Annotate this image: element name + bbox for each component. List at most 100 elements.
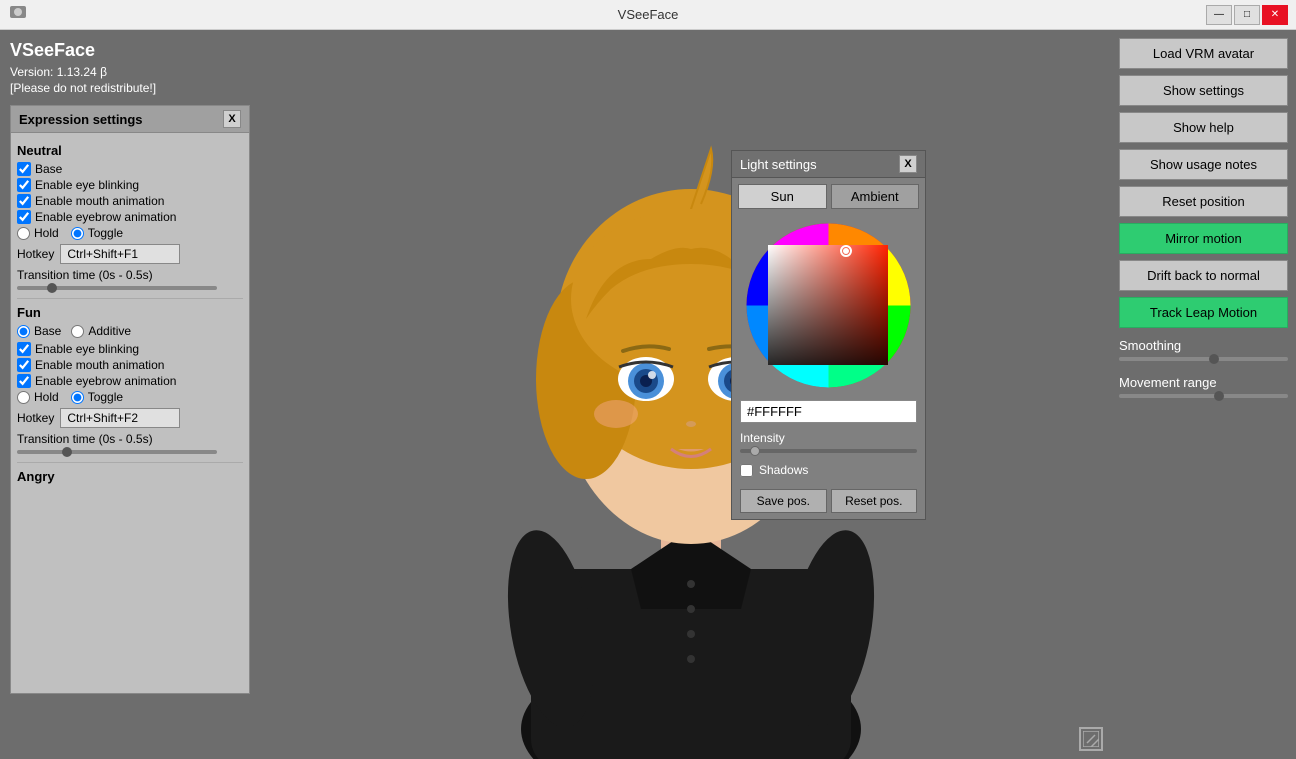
neutral-transition-slider-container: [17, 286, 243, 290]
movement-range-label: Movement range: [1119, 375, 1288, 390]
main-area: VSeeFace Version: 1.13.24 β [Please do n…: [0, 30, 1296, 759]
fun-hotkey-label: Hotkey: [17, 411, 54, 425]
fun-mouth-row: Enable mouth animation: [17, 358, 243, 372]
fun-additive-item: Additive: [71, 324, 131, 338]
show-settings-button[interactable]: Show settings: [1119, 75, 1288, 106]
neutral-toggle-item: Toggle: [71, 226, 123, 240]
light-tab-sun[interactable]: Sun: [738, 184, 827, 209]
smoothing-track: [1119, 357, 1288, 361]
app-warning: [Please do not redistribute!]: [10, 81, 260, 95]
app-title: VSeeFace: [10, 40, 260, 61]
fun-hotkey-input[interactable]: [60, 408, 180, 428]
fun-transition-label: Transition time (0s - 0.5s): [17, 432, 243, 446]
fun-toggle-label: Toggle: [88, 390, 123, 404]
drift-back-button[interactable]: Drift back to normal: [1119, 260, 1288, 291]
fun-eye-blink-checkbox[interactable]: [17, 342, 31, 356]
fun-additive-label: Additive: [88, 324, 131, 338]
fun-additive-radio[interactable]: [71, 325, 84, 338]
mirror-motion-button[interactable]: Mirror motion: [1119, 223, 1288, 254]
save-pos-button[interactable]: Save pos.: [740, 489, 827, 513]
neutral-transition-thumb[interactable]: [47, 283, 57, 293]
neutral-eye-blink-checkbox[interactable]: [17, 178, 31, 192]
neutral-base-label: Base: [35, 162, 62, 176]
shadows-checkbox[interactable]: [740, 464, 753, 477]
fun-eye-blink-label: Enable eye blinking: [35, 342, 139, 356]
fun-type-row: Base Additive: [17, 324, 243, 338]
load-vrm-button[interactable]: Load VRM avatar: [1119, 38, 1288, 69]
track-leap-motion-button[interactable]: Track Leap Motion: [1119, 297, 1288, 328]
minimize-button[interactable]: ―: [1206, 5, 1232, 25]
close-button[interactable]: ✕: [1262, 5, 1288, 25]
fun-toggle-radio[interactable]: [71, 391, 84, 404]
fun-hold-item: Hold: [17, 390, 59, 404]
section-neutral-title: Neutral: [17, 143, 243, 158]
fun-hold-label: Hold: [34, 390, 59, 404]
shadows-label: Shadows: [759, 463, 808, 477]
light-settings-panel: Light settings X Sun Ambient: [731, 150, 926, 520]
expression-panel-title: Expression settings: [19, 112, 143, 127]
fun-transition-track: [17, 450, 217, 454]
neutral-toggle-label: Toggle: [88, 226, 123, 240]
light-panel-header: Light settings X: [732, 151, 925, 178]
neutral-eyebrow-row: Enable eyebrow animation: [17, 210, 243, 224]
title-bar: VSeeFace ― □ ✕: [0, 0, 1296, 30]
show-usage-notes-button[interactable]: Show usage notes: [1119, 149, 1288, 180]
neutral-hold-radio[interactable]: [17, 227, 30, 240]
light-tab-ambient[interactable]: Ambient: [831, 184, 920, 209]
fun-mouth-checkbox[interactable]: [17, 358, 31, 372]
maximize-button[interactable]: □: [1234, 5, 1260, 25]
light-tabs: Sun Ambient: [732, 178, 925, 215]
color-wheel[interactable]: [746, 223, 911, 388]
fun-eyebrow-label: Enable eyebrow animation: [35, 374, 176, 388]
neutral-eyebrow-label: Enable eyebrow animation: [35, 210, 176, 224]
neutral-hotkey-row: Hotkey: [17, 244, 243, 264]
fun-hotkey-row: Hotkey: [17, 408, 243, 428]
color-hex-input[interactable]: [740, 400, 917, 423]
neutral-base-checkbox[interactable]: [17, 162, 31, 176]
neutral-eye-blink-row: Enable eye blinking: [17, 178, 243, 192]
app-version: Version: 1.13.24 β: [10, 65, 260, 79]
fun-eye-blink-row: Enable eye blinking: [17, 342, 243, 356]
avatar-background: [270, 30, 1111, 759]
intensity-thumb[interactable]: [750, 446, 760, 456]
left-panel: VSeeFace Version: 1.13.24 β [Please do n…: [0, 30, 270, 759]
neutral-hotkey-label: Hotkey: [17, 247, 54, 261]
neutral-toggle-radio[interactable]: [71, 227, 84, 240]
expression-panel-scroll[interactable]: Neutral Base Enable eye blinking Enable …: [11, 133, 249, 693]
neutral-eye-blink-label: Enable eye blinking: [35, 178, 139, 192]
light-panel-close[interactable]: X: [899, 155, 917, 173]
shadows-row: Shadows: [732, 461, 925, 479]
neutral-eyebrow-checkbox[interactable]: [17, 210, 31, 224]
movement-range-thumb[interactable]: [1214, 391, 1224, 401]
fun-transition-thumb[interactable]: [62, 447, 72, 457]
neutral-mouth-checkbox[interactable]: [17, 194, 31, 208]
movement-range-track: [1119, 394, 1288, 398]
expression-panel: Expression settings X Neutral Base Enabl…: [10, 105, 250, 694]
fun-hold-radio[interactable]: [17, 391, 30, 404]
section-angry-title: Angry: [17, 469, 243, 484]
neutral-hotkey-input[interactable]: [60, 244, 180, 264]
intensity-track: [740, 449, 917, 453]
avatar-area: Light settings X Sun Ambient: [270, 30, 1111, 759]
smoothing-thumb[interactable]: [1209, 354, 1219, 364]
reset-pos-button[interactable]: Reset pos.: [831, 489, 918, 513]
fun-eyebrow-checkbox[interactable]: [17, 374, 31, 388]
window-controls: ― □ ✕: [1206, 5, 1288, 25]
neutral-hold-item: Hold: [17, 226, 59, 240]
reset-position-button[interactable]: Reset position: [1119, 186, 1288, 217]
right-panel: Load VRM avatar Show settings Show help …: [1111, 30, 1296, 759]
app-icon: [8, 2, 28, 27]
section-fun-title: Fun: [17, 305, 243, 320]
light-panel-title: Light settings: [740, 157, 817, 172]
neutral-hold-label: Hold: [34, 226, 59, 240]
neutral-transition-track: [17, 286, 217, 290]
show-help-button[interactable]: Show help: [1119, 112, 1288, 143]
resize-icon[interactable]: [1079, 727, 1103, 751]
intensity-label: Intensity: [740, 431, 917, 445]
expression-panel-header: Expression settings X: [11, 106, 249, 133]
fun-eyebrow-row: Enable eyebrow animation: [17, 374, 243, 388]
fun-base-radio[interactable]: [17, 325, 30, 338]
expression-panel-close[interactable]: X: [223, 110, 241, 128]
fun-toggle-item: Toggle: [71, 390, 123, 404]
neutral-mouth-row: Enable mouth animation: [17, 194, 243, 208]
